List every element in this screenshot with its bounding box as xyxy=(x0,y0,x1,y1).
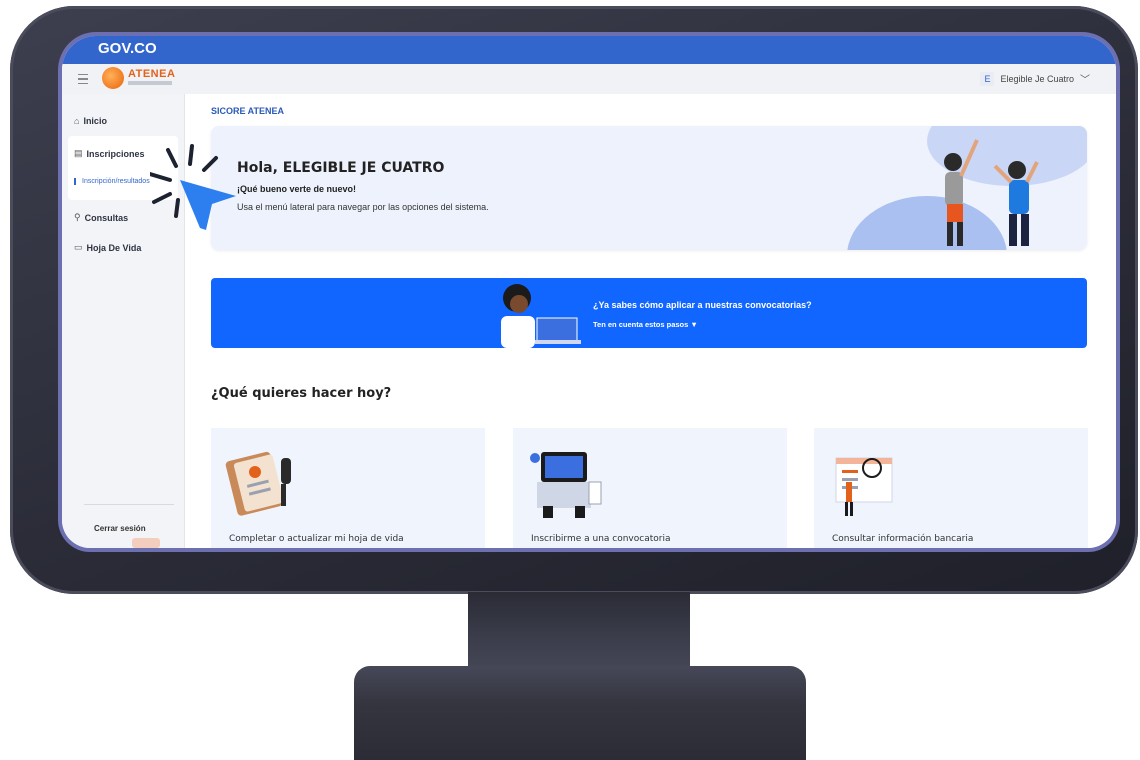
hamburger-menu-icon[interactable] xyxy=(78,74,88,84)
welcome-description: Usa el menú lateral para navegar por las… xyxy=(237,202,489,212)
user-menu[interactable]: E Elegible Je Cuatro ﹀ xyxy=(980,71,1090,86)
logout-button[interactable]: Cerrar sesión xyxy=(94,524,146,533)
sidebar-divider xyxy=(84,504,174,505)
mouse-pointer-icon xyxy=(150,144,236,230)
resume-icon xyxy=(225,451,291,516)
user-name: Elegible Je Cuatro xyxy=(1000,73,1074,84)
welcome-subtitle: ¡Qué bueno verte de nuevo! xyxy=(237,184,357,194)
chevron-down-icon: ﹀ xyxy=(1080,75,1090,86)
laptop-user-icon xyxy=(530,452,602,518)
welcome-card: Hola, ELEGIBLE JE CUATRO ¡Qué bueno vert… xyxy=(211,126,1087,250)
celebrating-people-illustration xyxy=(944,139,1039,246)
sidebar-item-inicio[interactable]: ⌂ Inicio xyxy=(74,116,107,126)
banner-steps-link[interactable]: Ten en cuenta estos pasos ▼ xyxy=(593,320,698,329)
welcome-title: Hola, ELEGIBLE JE CUATRO xyxy=(237,160,445,176)
logout-accent xyxy=(132,538,160,548)
card-label: Completar o actualizar mi hoja de vida xyxy=(229,534,404,544)
sidebar-item-label: Hoja De Vida xyxy=(86,242,142,253)
sidebar-item-hoja-de-vida[interactable]: ▭ Hoja De Vida xyxy=(74,242,141,253)
magnifier-document-icon xyxy=(835,457,893,516)
id-card-icon: ▭ xyxy=(74,242,83,252)
monitor-neck xyxy=(468,592,690,668)
sidebar-item-inscripciones[interactable]: ▤ Inscripciones xyxy=(74,148,145,159)
sidebar-item-label: Consultas xyxy=(84,212,129,223)
search-icon: ⚲ xyxy=(74,212,81,222)
home-icon: ⌂ xyxy=(74,116,80,126)
screen: GOV.CO ATENEA E Elegible Je Cuatro ﹀ ⌂ I… xyxy=(62,36,1116,548)
gov-bar: GOV.CO xyxy=(62,36,1116,64)
sidebar-subitem-inscripcion-resultados[interactable]: Inscripción/resultados xyxy=(74,178,150,185)
atenea-logo-icon[interactable] xyxy=(102,67,124,89)
sidebar-item-consultas[interactable]: ⚲ Consultas xyxy=(74,212,128,223)
monitor-base xyxy=(354,666,806,760)
how-to-apply-banner[interactable]: ¿Ya sabes cómo aplicar a nuestras convoc… xyxy=(211,278,1087,348)
woman-with-laptop-illustration xyxy=(501,284,581,348)
gov-logo[interactable]: GOV.CO xyxy=(98,40,157,57)
card-hoja-de-vida[interactable]: Completar o actualizar mi hoja de vida xyxy=(211,428,485,548)
banner-title: ¿Ya sabes cómo aplicar a nuestras convoc… xyxy=(593,300,812,310)
logo-tagline xyxy=(128,81,172,85)
main-content: SICORE ATENEA Hola, ELEGIBLE JE CUATRO ¡… xyxy=(185,94,1116,548)
card-label: Inscribirme a una convocatoria xyxy=(531,534,671,544)
sidebar-item-label: Inicio xyxy=(83,116,107,126)
breadcrumb[interactable]: SICORE ATENEA xyxy=(211,106,284,116)
card-info-bancaria[interactable]: Consultar información bancaria xyxy=(814,428,1088,548)
card-convocatoria[interactable]: Inscribirme a una convocatoria xyxy=(513,428,787,548)
atenea-logo-text[interactable]: ATENEA xyxy=(128,68,175,80)
card-label: Consultar información bancaria xyxy=(832,534,974,544)
user-avatar: E xyxy=(980,71,995,86)
section-title: ¿Qué quieres hacer hoy? xyxy=(211,386,392,401)
list-icon: ▤ xyxy=(74,148,83,158)
app-header: ATENEA E Elegible Je Cuatro ﹀ xyxy=(62,64,1116,95)
sidebar-item-label: Inscripciones xyxy=(86,148,145,159)
